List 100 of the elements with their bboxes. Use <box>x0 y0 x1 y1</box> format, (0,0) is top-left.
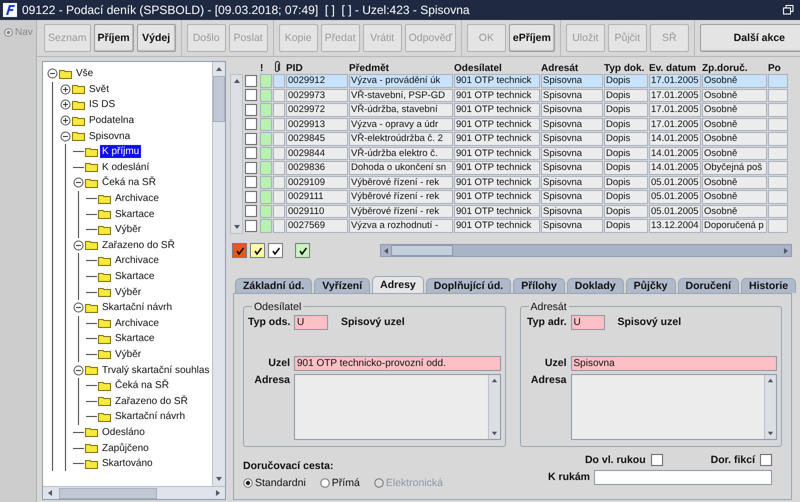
tree-item[interactable]: Výběr <box>113 223 144 236</box>
input-field[interactable]: Spisovna <box>570 356 777 370</box>
checkbox[interactable] <box>760 454 772 466</box>
radio-option[interactable]: Standardni <box>243 476 306 488</box>
radio-icon[interactable] <box>320 478 330 488</box>
column-header[interactable]: Ev. datum <box>649 63 701 74</box>
tab[interactable]: Vyřízení <box>314 278 370 292</box>
scrollbar-thumb[interactable] <box>213 76 225 122</box>
row-checkbox[interactable] <box>245 118 257 130</box>
tree-item[interactable]: Odesláno <box>100 426 147 439</box>
tree-item[interactable]: Čeká na SŘ <box>100 176 158 190</box>
scrollbar[interactable] <box>488 374 500 438</box>
restore-icon[interactable] <box>783 5 794 15</box>
radio-icon[interactable] <box>243 478 253 488</box>
radio-option[interactable]: Přímá <box>320 476 360 488</box>
tree-item[interactable]: Výběr <box>113 348 144 361</box>
row-checkbox[interactable] <box>245 176 257 188</box>
tab[interactable]: Půjčky <box>626 278 676 292</box>
row-checkbox[interactable] <box>245 147 257 160</box>
collapse-icon[interactable] <box>73 240 84 251</box>
table-cell <box>768 103 788 116</box>
scroll-down-icon[interactable] <box>490 428 498 438</box>
tree-item[interactable]: Archivace <box>113 254 161 268</box>
row-checkbox[interactable] <box>245 104 257 116</box>
collapse-icon[interactable] <box>60 130 71 142</box>
column-header[interactable]: ! <box>260 63 272 74</box>
tree-item[interactable]: Zapůjčeno <box>100 442 151 455</box>
scrollbar[interactable] <box>212 62 225 486</box>
scrollbar-thumb[interactable] <box>59 488 157 498</box>
toolbar-button[interactable]: Další akce <box>700 24 800 52</box>
filter-checkbox[interactable] <box>250 243 265 258</box>
tab[interactable]: Doklady <box>566 278 624 292</box>
filter-checkbox[interactable] <box>232 243 247 258</box>
collapse-icon[interactable] <box>73 364 84 376</box>
tree-item[interactable]: Skartace <box>113 208 156 221</box>
tree-item[interactable]: Svět <box>87 82 112 96</box>
tree-item[interactable]: Trvalý skartační souhlas <box>100 364 212 377</box>
tree-item[interactable]: Vše <box>74 67 96 80</box>
scrollbar[interactable] <box>764 374 776 438</box>
tree-item[interactable]: Archivace <box>113 192 161 206</box>
input-field[interactable]: U <box>570 314 604 330</box>
column-header[interactable]: Po <box>768 63 788 74</box>
toolbar-button[interactable]: Výdej <box>136 24 176 52</box>
row-checkbox[interactable] <box>245 89 257 102</box>
tab[interactable]: Historie <box>741 278 796 292</box>
filter-checkbox[interactable] <box>295 243 310 258</box>
tab[interactable]: Doplňující úd. <box>426 278 512 292</box>
input-field[interactable]: 901 OTP technicko-provozní odd. <box>294 356 500 370</box>
table-cell: Osobně <box>702 118 767 131</box>
expand-icon[interactable] <box>60 99 71 110</box>
tab[interactable]: Adresy <box>372 276 424 292</box>
folder-icon <box>85 458 98 469</box>
tree-item[interactable]: Skartační návrh <box>113 410 188 424</box>
expand-icon[interactable] <box>60 115 71 126</box>
tree-item[interactable]: K příjmu <box>100 145 142 158</box>
row-checkbox[interactable] <box>245 74 257 87</box>
tab[interactable]: Základní úd. <box>235 278 312 292</box>
expand-icon[interactable] <box>60 84 71 95</box>
collapse-icon[interactable] <box>73 302 84 314</box>
tree-item[interactable]: Spisovna <box>87 130 132 143</box>
scrollbar[interactable] <box>380 244 792 257</box>
tree-item[interactable]: Skartační návrh <box>100 301 174 314</box>
tab[interactable]: Doručení <box>678 278 740 292</box>
toolbar-button[interactable]: Příjem <box>94 24 134 52</box>
tree-item[interactable]: Skartace <box>113 270 156 284</box>
row-checkbox[interactable] <box>245 205 257 218</box>
tree-item[interactable]: Podatelna <box>87 114 136 128</box>
tree-item[interactable]: Archivace <box>113 316 161 330</box>
column-header[interactable]: Adresát <box>541 63 603 74</box>
input-field[interactable]: U <box>294 314 328 330</box>
tree-item[interactable]: Čeká na SŘ <box>113 379 171 392</box>
tree-item[interactable]: Výběr <box>113 286 144 299</box>
scrollbar[interactable] <box>230 74 243 234</box>
scrollbar[interactable] <box>43 486 225 499</box>
column-header[interactable]: Předmět <box>349 63 453 74</box>
filter-checkbox[interactable] <box>268 243 283 258</box>
toolbar-button[interactable]: ePříjem <box>508 24 555 52</box>
scroll-down-icon[interactable] <box>766 428 775 438</box>
tree-item[interactable]: Zařazeno do SŘ <box>100 238 177 252</box>
checkbox[interactable] <box>650 454 663 466</box>
tree-item[interactable]: K odeslání <box>100 160 152 174</box>
column-header[interactable]: Typ dok. <box>604 63 648 74</box>
tree-item[interactable]: Zařazeno do SŘ <box>113 394 190 408</box>
column-header[interactable]: Zp.doruč. <box>702 63 767 74</box>
row-checkbox[interactable] <box>245 132 257 145</box>
input-field[interactable] <box>594 470 772 484</box>
row-checkbox[interactable] <box>245 190 257 203</box>
collapse-icon[interactable] <box>73 177 84 188</box>
collapse-icon[interactable] <box>47 68 58 80</box>
tree-item[interactable]: Skartováno <box>100 457 155 470</box>
tree-item[interactable]: IS DS <box>87 98 118 112</box>
radio-icon[interactable] <box>4 28 13 37</box>
tree-item[interactable]: Skartace <box>113 332 156 346</box>
table-cell: Výběrové řízení - rek <box>349 190 453 204</box>
row-checkbox[interactable] <box>245 162 257 174</box>
column-header[interactable]: PID <box>286 63 348 74</box>
column-header[interactable]: Odesílatel <box>454 63 540 74</box>
tab[interactable]: Přílohy <box>513 278 565 292</box>
scrollbar-thumb[interactable] <box>391 245 453 256</box>
row-checkbox[interactable] <box>245 220 257 232</box>
